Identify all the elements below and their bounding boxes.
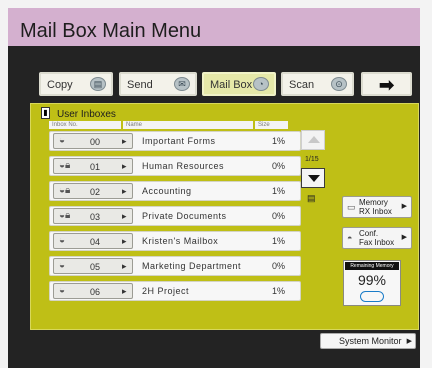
page-indicator: 1/15 [305, 156, 319, 163]
column-header-name: Name [123, 121, 253, 129]
inbox-row[interactable]: ◒ 00 ▸ Important Forms 1% [49, 131, 301, 151]
conf-fax-inbox-button[interactable]: ◓ Conf. Fax Inbox ▶ [342, 227, 412, 249]
chevron-right-icon: ▸ [122, 186, 127, 196]
chevron-right-icon: ▶ [401, 203, 407, 210]
inbox-row[interactable]: ◒ 04 ▸ Kristen's Mailbox 1% [49, 231, 301, 251]
memory-rx-inbox-button[interactable]: ▭ Memory RX Inbox ▶ [342, 196, 412, 218]
arrow-right-icon: ➡ [379, 75, 395, 95]
inbox-row[interactable]: ◒ 06 ▸ 2H Project 1% [49, 281, 301, 301]
inbox-tray-icon: ◒ [59, 135, 66, 146]
inbox-name: Important Forms [142, 136, 216, 146]
inbox-number: 00 [90, 137, 101, 147]
device-screen: Copy ▤ Send ✉ Mail Box ◔ Scan ⊙ ➡ ▮ User… [8, 46, 420, 368]
inbox-size: 0% [272, 161, 286, 171]
inbox-number: 06 [90, 287, 101, 297]
chevron-right-icon: ▶ [406, 338, 412, 345]
inbox-size: 1% [272, 236, 286, 246]
column-header-inbox-no: Inbox No. [49, 121, 121, 129]
inbox-tray-icon: ◒ [59, 260, 66, 271]
column-header-size: Size [255, 121, 288, 129]
chevron-right-icon: ▸ [122, 236, 127, 246]
inbox-name: Accounting [142, 186, 192, 196]
tab-mail-box[interactable]: Mail Box ◔ [202, 72, 276, 96]
tab-copy-label: Copy [47, 79, 73, 91]
system-monitor-button[interactable]: System Monitor ▶ [320, 333, 416, 349]
inbox-size: 0% [272, 211, 286, 221]
tab-send[interactable]: Send ✉ [119, 72, 197, 96]
inbox-button[interactable]: ◒🔒︎ 02 ▸ [53, 183, 133, 199]
inbox-number: 04 [90, 237, 101, 247]
chevron-right-icon: ▶ [401, 234, 407, 241]
locked-inbox-icon: ◒🔒︎ [59, 185, 71, 196]
inbox-size: 1% [272, 136, 286, 146]
inbox-name: 2H Project [142, 286, 190, 296]
copier-icon: ▤ [90, 77, 106, 91]
system-monitor-label: System Monitor [339, 336, 402, 346]
inbox-row[interactable]: ◒🔒︎ 01 ▸ Human Resources 0% [49, 156, 301, 176]
header-bar: Mail Box Main Menu [8, 8, 420, 46]
send-icon: ✉ [174, 77, 190, 91]
user-inboxes-panel: ▮ User Inboxes Inbox No. Name Size ◒ 00 … [30, 103, 419, 330]
inbox-number: 03 [90, 212, 101, 222]
panel-title: User Inboxes [57, 109, 116, 120]
inbox-size: 1% [272, 286, 286, 296]
memory-disk-icon [360, 291, 384, 302]
inbox-row[interactable]: ◒ 05 ▸ Marketing Department 0% [49, 256, 301, 276]
memory-rx-line1: Memory [359, 198, 388, 207]
inbox-button[interactable]: ◒ 05 ▸ [53, 258, 133, 274]
inbox-row[interactable]: ◒🔒︎ 02 ▸ Accounting 1% [49, 181, 301, 201]
inbox-icon: ▮ [41, 107, 50, 119]
memory-rx-line2: RX Inbox [359, 207, 392, 216]
inbox-button[interactable]: ◒🔒︎ 03 ▸ [53, 208, 133, 224]
locked-inbox-icon: ◒🔒︎ [59, 210, 71, 221]
inbox-row[interactable]: ◒🔒︎ 03 ▸ Private Documents 0% [49, 206, 301, 226]
chevron-right-icon: ▸ [122, 136, 127, 146]
scroll-up-button[interactable] [301, 130, 325, 150]
conf-fax-line2: Fax Inbox [359, 238, 395, 247]
inbox-button[interactable]: ◒ 06 ▸ [53, 283, 133, 299]
remaining-memory-value: 99% [357, 272, 387, 288]
inbox-tray-icon: ◒ [59, 235, 66, 246]
mailbox-icon: ◔ [253, 77, 269, 91]
inbox-number: 05 [90, 262, 101, 272]
chevron-right-icon: ▸ [122, 261, 127, 271]
tab-mail-box-label: Mail Box [210, 79, 253, 91]
inbox-size: 0% [272, 261, 286, 271]
next-tab-button[interactable]: ➡ [361, 72, 412, 96]
tab-scan[interactable]: Scan ⊙ [281, 72, 354, 96]
tab-copy[interactable]: Copy ▤ [39, 72, 113, 96]
chevron-right-icon: ▸ [122, 286, 127, 296]
inbox-tray-icon: ◒ [59, 285, 66, 296]
inbox-size: 1% [272, 186, 286, 196]
inbox-name: Marketing Department [142, 261, 242, 271]
tab-scan-label: Scan [289, 79, 315, 91]
chevron-right-icon: ▸ [122, 211, 127, 221]
inbox-button[interactable]: ◒🔒︎ 01 ▸ [53, 158, 133, 174]
screenshot-frame: Mail Box Main Menu Copy ▤ Send ✉ Mail Bo… [0, 0, 432, 368]
remaining-memory-label: Remaining Memory [345, 262, 399, 270]
chevron-right-icon: ▸ [122, 161, 127, 171]
inbox-number: 02 [90, 187, 101, 197]
inbox-button[interactable]: ◒ 04 ▸ [53, 233, 133, 249]
locked-inbox-icon: ◒🔒︎ [59, 160, 71, 171]
inbox-name: Human Resources [142, 161, 225, 171]
remaining-memory-indicator: Remaining Memory 99% [343, 260, 401, 306]
memory-inbox-icon: ▭ [347, 202, 356, 212]
inbox-button[interactable]: ◒ 00 ▸ [53, 133, 133, 149]
scroll-down-button[interactable] [301, 168, 325, 188]
page-title: Mail Box Main Menu [20, 20, 202, 42]
fax-inbox-icon: ◓ [347, 233, 353, 243]
inbox-number: 01 [90, 162, 101, 172]
page-jump-icon[interactable]: ▤ [307, 193, 316, 204]
inbox-name: Private Documents [142, 211, 227, 221]
conf-fax-line1: Conf. [359, 229, 379, 238]
inbox-name: Kristen's Mailbox [142, 236, 219, 246]
tab-send-label: Send [127, 79, 153, 91]
scanner-icon: ⊙ [331, 77, 347, 91]
